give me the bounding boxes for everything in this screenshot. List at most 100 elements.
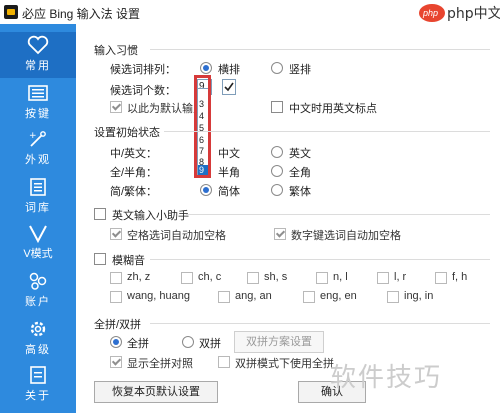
sidebar: 常用 按键 + 外观 词库 V模式 账户 高级 关于 — [0, 24, 76, 413]
row2-radio-b[interactable] — [271, 165, 283, 177]
sidebar-item-label: V模式 — [23, 248, 53, 260]
fuzzy-option-label: eng, en — [320, 290, 357, 302]
sidebar-item-label: 高级 — [25, 344, 51, 356]
book-icon — [30, 178, 46, 196]
row1-label: 中/英文： — [110, 148, 158, 160]
row1-option-a: 中文 — [218, 148, 240, 160]
sidebar-item-about[interactable]: 关于 — [0, 362, 76, 408]
vertical-label: 竖排 — [289, 64, 311, 76]
section-title-initial-state: 设置初始状态 — [94, 127, 160, 139]
fuzzy-option-label: zh, z — [127, 271, 151, 283]
arrangement-label: 候选词排列： — [110, 64, 176, 76]
fuzzy-option-checkbox[interactable] — [218, 291, 230, 303]
gear-icon — [30, 321, 46, 337]
sidebar-item-label: 关于 — [25, 390, 51, 402]
watermark-php-logo: php php中文网 — [419, 4, 500, 22]
full-pinyin-radio[interactable] — [110, 336, 122, 348]
sidebar-item-label: 按键 — [25, 108, 51, 120]
highlight-frame — [194, 75, 211, 178]
svg-text:php中文网: php中文网 — [447, 6, 500, 22]
app-logo-icon — [4, 5, 18, 19]
section-title-english-helper: 英文输入小助手 — [112, 210, 189, 222]
fuzzy-option-checkbox[interactable] — [387, 291, 399, 303]
full-in-double-label: 双拼模式下使用全拼 — [235, 358, 334, 370]
fuzzy-option-label: wang, huang — [127, 290, 190, 302]
divider — [150, 49, 490, 50]
row2-option-b: 全角 — [289, 167, 311, 179]
row3-option-b: 繁体 — [289, 186, 311, 198]
fuzzy-option-label: ch, c — [198, 271, 222, 283]
space-auto-label: 空格选词自动加空格 — [127, 230, 226, 242]
digit-auto-checkbox[interactable] — [274, 228, 286, 240]
full-in-double-checkbox[interactable] — [218, 356, 230, 368]
fuzzy-option-label: f, h — [452, 271, 468, 283]
svg-text:+: + — [29, 131, 37, 141]
watermark-text: 软件技巧 — [330, 362, 443, 392]
keyboard-icon — [28, 85, 48, 101]
double-pinyin-radio[interactable] — [182, 336, 194, 348]
fuzzy-option-label: ing, in — [404, 290, 434, 302]
sidebar-item-label: 外观 — [25, 154, 51, 166]
divider — [150, 259, 490, 260]
row3-option-a: 简体 — [218, 186, 240, 198]
sidebar-item-common[interactable]: 常用 — [0, 32, 76, 78]
restore-defaults-button[interactable]: 恢复本页默认设置 — [94, 381, 218, 403]
row1-option-b: 英文 — [289, 148, 311, 160]
title-bar: 必应 Bing 输入法 设置 php php中文网 — [0, 0, 500, 24]
fuzzy-checkbox[interactable] — [94, 253, 106, 265]
window-title: 必应 Bing 输入法 设置 — [22, 7, 141, 21]
v-icon — [29, 225, 47, 243]
sidebar-item-dictionary[interactable]: 词库 — [0, 174, 76, 220]
sidebar-item-vmode[interactable]: V模式 — [0, 220, 76, 266]
row2-option-a: 半角 — [218, 167, 240, 179]
fuzzy-option-checkbox[interactable] — [316, 272, 328, 284]
default-ime-checkbox[interactable] — [110, 101, 122, 113]
fuzzy-option-label: ang, an — [235, 290, 272, 302]
show-full-pinyin-checkbox[interactable] — [110, 356, 122, 368]
sidebar-item-advanced[interactable]: 高级 — [0, 316, 76, 362]
fuzzy-option-checkbox[interactable] — [110, 272, 122, 284]
english-helper-checkbox[interactable] — [94, 208, 106, 220]
chinese-english-punct-checkbox[interactable] — [271, 101, 283, 113]
row2-label: 全/半角： — [110, 167, 158, 179]
sidebar-item-appearance[interactable]: + 外观 — [0, 126, 76, 172]
divider — [150, 323, 490, 324]
sidebar-item-label: 账户 — [25, 296, 51, 308]
row1-radio-b[interactable] — [271, 146, 283, 158]
checkmark-icon — [224, 82, 234, 92]
divider — [164, 131, 490, 132]
horizontal-label: 横排 — [218, 64, 240, 76]
sidebar-item-label: 词库 — [25, 202, 51, 214]
fuzzy-option-checkbox[interactable] — [110, 291, 122, 303]
fuzzy-option-checkbox[interactable] — [377, 272, 389, 284]
sidebar-item-keys[interactable]: 按键 — [0, 80, 76, 126]
fuzzy-option-label: l, r — [394, 271, 407, 283]
account-icon — [29, 272, 47, 290]
row3-label: 简/繁体： — [110, 186, 158, 198]
digit-auto-label: 数字键选词自动加空格 — [291, 230, 401, 242]
section-title-pinyin: 全拼/双拼 — [94, 319, 142, 331]
full-pinyin-label: 全拼 — [127, 338, 149, 350]
palette-icon: + — [29, 131, 46, 147]
fuzzy-option-checkbox[interactable] — [247, 272, 259, 284]
fuzzy-option-label: sh, s — [264, 271, 288, 283]
fuzzy-option-checkbox[interactable] — [181, 272, 193, 284]
vertical-radio[interactable] — [271, 62, 283, 74]
count-dropdown-button[interactable] — [222, 79, 236, 95]
default-ime-label: 以此为默认输入 — [127, 103, 204, 115]
svg-text:php: php — [422, 8, 438, 18]
fuzzy-option-checkbox[interactable] — [303, 291, 315, 303]
sidebar-item-account[interactable]: 账户 — [0, 268, 76, 314]
horizontal-radio[interactable] — [200, 62, 212, 74]
space-auto-checkbox[interactable] — [110, 228, 122, 240]
sidebar-item-label: 常用 — [25, 60, 51, 72]
chinese-english-punct-label: 中文时用英文标点 — [289, 103, 377, 115]
fuzzy-option-checkbox[interactable] — [435, 272, 447, 284]
info-doc-icon — [30, 366, 46, 384]
section-title-input-habits: 输入习惯 — [94, 45, 138, 57]
double-scheme-button[interactable]: 双拼方案设置 — [234, 331, 324, 353]
row3-radio-b[interactable] — [271, 184, 283, 196]
fuzzy-option-label: n, l — [333, 271, 348, 283]
row3-radio-a[interactable] — [200, 184, 212, 196]
divider — [186, 214, 490, 215]
